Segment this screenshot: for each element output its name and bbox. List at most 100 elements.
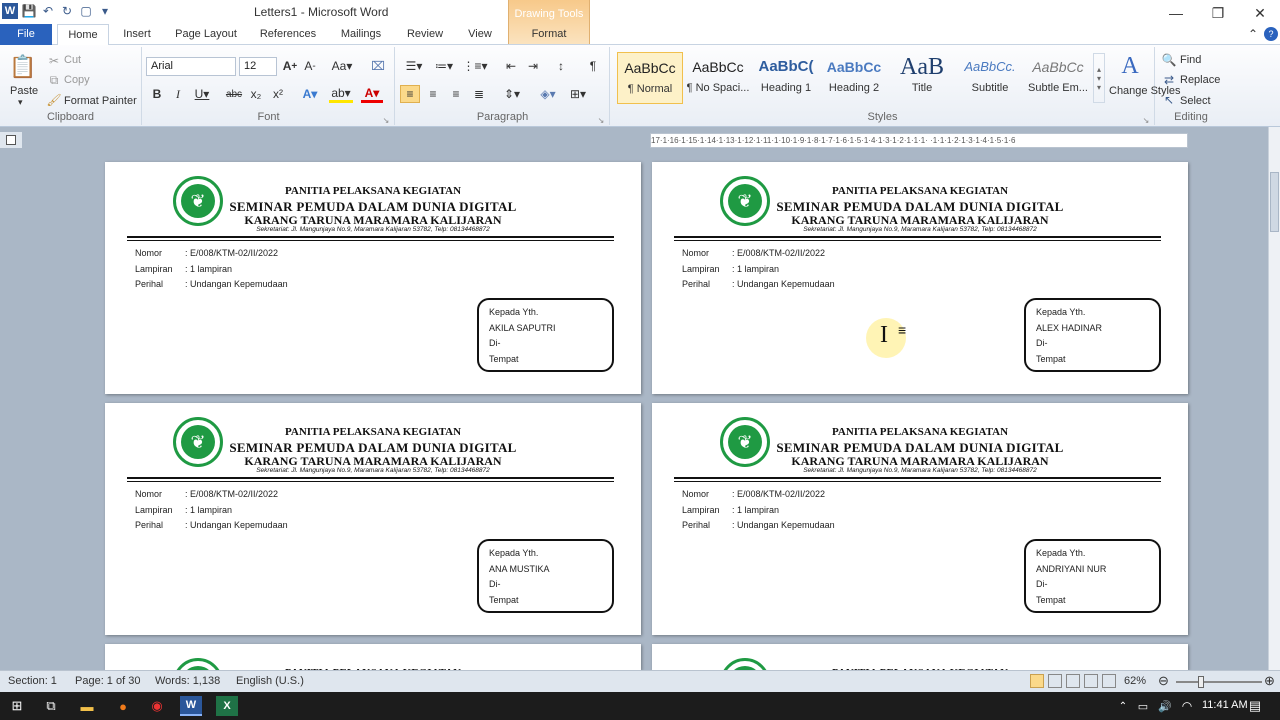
network-icon[interactable]: ▭: [1132, 696, 1154, 716]
style-heading-1[interactable]: AaBbC( Heading 1: [753, 52, 819, 104]
tray-chevron-icon[interactable]: ⌃: [1112, 696, 1134, 716]
font-name-combo[interactable]: Arial: [146, 57, 236, 76]
label-page[interactable]: ❦ PANITIA PELAKSANA KEGIATAN SEMINAR PEM…: [652, 162, 1188, 394]
select-icon[interactable]: ↖: [1162, 93, 1176, 107]
customize-qat-icon[interactable]: ▾: [97, 3, 113, 19]
address-box[interactable]: Kepada Yth. AKILA SAPUTRI Di- Tempat: [477, 298, 614, 372]
font-size-combo[interactable]: 12: [239, 57, 277, 76]
outline-icon[interactable]: [1084, 674, 1098, 688]
superscript-icon[interactable]: x²: [269, 85, 287, 103]
change-styles-icon[interactable]: A: [1115, 51, 1145, 81]
clock[interactable]: 11:41 AM: [1202, 699, 1248, 711]
shading-icon[interactable]: ◈▾: [536, 85, 560, 103]
underline-icon[interactable]: U▾: [191, 85, 213, 103]
find-icon[interactable]: 🔍: [1162, 53, 1177, 67]
close-button[interactable]: ✕: [1240, 2, 1280, 24]
vertical-scrollbar[interactable]: [1268, 127, 1280, 670]
bold-icon[interactable]: B: [149, 85, 165, 103]
align-right-icon[interactable]: ≡: [446, 85, 466, 103]
paragraph-dialog-launcher-icon[interactable]: ↘: [596, 115, 606, 125]
print-layout-icon[interactable]: [1030, 674, 1044, 688]
zoom-slider-thumb[interactable]: [1198, 676, 1204, 688]
justify-icon[interactable]: ≣: [469, 85, 489, 103]
zoom-slider[interactable]: [1176, 681, 1262, 683]
notifications-icon[interactable]: ▤: [1244, 696, 1266, 716]
format-painter-button[interactable]: Format Painter: [64, 95, 137, 107]
label-page[interactable]: ❦ PANITIA PELAKSANA KEGIATAN SEMINAR PEM…: [652, 403, 1188, 635]
decrease-indent-icon[interactable]: ⇤: [502, 57, 520, 75]
word-taskbar-icon[interactable]: W: [180, 696, 202, 716]
style-no-spacing[interactable]: AaBbCc ¶ No Spaci...: [685, 52, 751, 104]
strikethrough-icon[interactable]: abc: [225, 85, 243, 103]
tab-mailings[interactable]: Mailings: [332, 24, 390, 45]
show-formatting-icon[interactable]: ¶: [584, 57, 602, 75]
task-view-icon[interactable]: ⧉: [40, 696, 62, 716]
tab-format[interactable]: Format: [510, 24, 588, 45]
tab-references[interactable]: References: [252, 24, 324, 45]
align-center-icon[interactable]: ≡: [423, 85, 443, 103]
address-box[interactable]: Kepada Yth. ANDRIYANI NUR Di- Tempat: [1024, 539, 1161, 613]
label-page-partial[interactable]: ❦ PANITIA PELAKSANA KEGIATAN: [105, 644, 641, 670]
paste-icon[interactable]: 📋: [8, 51, 38, 83]
section-indicator[interactable]: Section: 1: [8, 675, 57, 687]
tab-home[interactable]: Home: [57, 24, 109, 46]
address-box[interactable]: Kepada Yth. ALEX HADINAR Di- Tempat: [1024, 298, 1161, 372]
language-indicator[interactable]: English (U.S.): [236, 675, 304, 687]
clear-formatting-icon[interactable]: ⌧: [369, 57, 387, 75]
redo-icon[interactable]: ↻: [59, 3, 75, 19]
zoom-in-icon[interactable]: ⊕: [1264, 673, 1275, 689]
copy-button[interactable]: Copy: [64, 74, 90, 86]
style-title[interactable]: AaB Title: [889, 52, 955, 104]
styles-scroll-icon[interactable]: ▴ ▾ ▾: [1093, 53, 1105, 103]
font-dialog-launcher-icon[interactable]: ↘: [381, 115, 391, 125]
recorder-icon[interactable]: ◉: [146, 696, 168, 716]
text-effects-icon[interactable]: A▾: [299, 85, 321, 103]
cut-icon[interactable]: ✂: [47, 54, 61, 68]
word-count[interactable]: Words: 1,138: [155, 675, 220, 687]
tab-insert[interactable]: Insert: [114, 24, 160, 45]
line-spacing-icon[interactable]: ⇕▾: [500, 85, 524, 103]
minimize-ribbon-icon[interactable]: ⌃: [1246, 27, 1260, 41]
tab-review[interactable]: Review: [400, 24, 450, 45]
replace-icon[interactable]: ⇄: [1162, 73, 1176, 87]
zoom-level[interactable]: 62%: [1124, 675, 1146, 687]
highlight-icon[interactable]: ab▾: [329, 85, 353, 103]
firefox-icon[interactable]: ●: [112, 696, 134, 716]
cut-button[interactable]: Cut: [64, 54, 81, 66]
style-subtitle[interactable]: AaBbCc. Subtitle: [957, 52, 1023, 104]
styles-dialog-launcher-icon[interactable]: ↘: [1141, 115, 1151, 125]
tab-file[interactable]: File: [0, 24, 52, 45]
web-layout-icon[interactable]: [1066, 674, 1080, 688]
increase-indent-icon[interactable]: ⇥: [524, 57, 542, 75]
zoom-out-icon[interactable]: ⊖: [1158, 673, 1169, 689]
font-color-icon[interactable]: A▾: [361, 85, 383, 103]
volume-icon[interactable]: 🔊: [1154, 696, 1176, 716]
multilevel-list-icon[interactable]: ⋮≡▾: [462, 57, 488, 75]
change-case-icon[interactable]: Aa▾: [331, 57, 353, 75]
paste-button[interactable]: Paste: [10, 85, 38, 97]
style-heading-2[interactable]: AaBbCc Heading 2: [821, 52, 887, 104]
maximize-button[interactable]: ❐: [1198, 2, 1238, 24]
sort-icon[interactable]: ↕: [552, 57, 570, 75]
horizontal-ruler[interactable]: 17·1·16·1·15·1·14·1·13·1·12·1·11·1·10·1·…: [650, 133, 1188, 148]
select-button[interactable]: Select: [1180, 95, 1211, 107]
full-screen-reading-icon[interactable]: [1048, 674, 1062, 688]
tab-page-layout[interactable]: Page Layout: [168, 24, 244, 45]
undo-icon[interactable]: ↶: [40, 3, 56, 19]
address-box[interactable]: Kepada Yth. ANA MUSTIKA Di- Tempat: [477, 539, 614, 613]
numbering-icon[interactable]: ≔▾: [432, 57, 456, 75]
new-document-icon[interactable]: ▢: [78, 3, 94, 19]
italic-icon[interactable]: I: [170, 85, 186, 103]
bullets-icon[interactable]: ☰▾: [402, 57, 426, 75]
align-left-icon[interactable]: ≡: [400, 85, 420, 103]
tab-selector[interactable]: [0, 132, 22, 148]
word-logo-icon[interactable]: W: [2, 3, 18, 19]
paste-dropdown-icon[interactable]: ▾: [18, 97, 23, 108]
excel-taskbar-icon[interactable]: X: [216, 696, 238, 716]
style-normal[interactable]: AaBbCc ¶ Normal: [617, 52, 683, 104]
help-icon[interactable]: ?: [1264, 27, 1278, 41]
tab-view[interactable]: View: [458, 24, 502, 45]
label-page-partial[interactable]: ❦ PANITIA PELAKSANA KEGIATAN: [652, 644, 1188, 670]
find-button[interactable]: Find: [1180, 54, 1201, 66]
format-painter-icon[interactable]: 🖌: [46, 93, 61, 107]
